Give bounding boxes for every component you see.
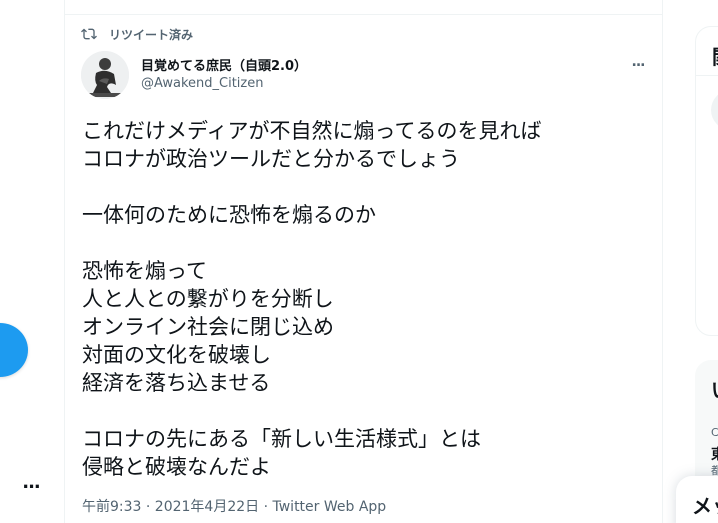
right-card-heading: 関 [712,41,718,70]
user-handle[interactable]: @Awakend_Citizen [141,76,263,91]
retweet-label: リツイート済み [109,27,194,42]
avatar-image [81,51,129,99]
tweet-line: コロナが政治ツールだと分かるでしょう [82,147,460,171]
tweet-line: 対面の文化を破壊し [82,343,271,367]
tweet-line: オンライン社会に閉じ込め [82,315,334,339]
tweet-more-button[interactable]: ... [627,52,649,72]
tweet-compose-button[interactable] [0,323,28,377]
messages-title: メッ [692,494,718,518]
avatar[interactable] [81,51,129,99]
tweet-line: 侵略と破壊なんだよ [82,455,271,479]
tweet-timestamp[interactable]: 午前9:33 · 2021年4月22日 · Twitter Web App [82,496,386,516]
tweet-text: これだけメディアが不自然に煽ってるのを見れば コロナが政治ツールだと分かるでしょう… [82,117,642,481]
tweet-line [82,229,642,257]
more-menu-button[interactable]: ... [18,472,44,498]
trend-category: C [711,426,718,439]
tweet-line: これだけメディアが不自然に煽ってるのを見れば [82,119,542,143]
tweet-line [82,397,642,425]
tweet-line: 人と人との繋がりを分断し [82,287,334,311]
messages-drawer[interactable]: メッ [676,476,718,523]
tweet-line: コロナの先にある「新しい生活様式」とは [82,427,481,451]
tweet-line: 一体何のために恐怖を煽るのか [82,203,376,227]
suggested-avatar[interactable] [711,90,718,130]
divider [65,14,662,15]
tweet-line [82,173,642,201]
left-nav: ... [0,0,64,523]
tweet-line: 経済を落ち込ませる [82,371,271,395]
right-card: 関 [695,26,718,336]
page: ... リツイート済み 目覚めてる庶民（自頭2.0） @Awakend_Citi… [0,0,718,523]
display-name[interactable]: 目覚めてる庶民（自頭2.0） [141,55,307,74]
retweet-icon [81,28,97,40]
tweet-detail: リツイート済み 目覚めてる庶民（自頭2.0） @Awakend_Citizen … [64,0,663,523]
trends-heading: い [711,374,718,403]
divider [696,75,718,76]
trend-title[interactable]: 東 [711,444,718,464]
retweet-indicator: リツイート済み [81,24,193,44]
tweet-line: 恐怖を煽って [82,259,207,283]
